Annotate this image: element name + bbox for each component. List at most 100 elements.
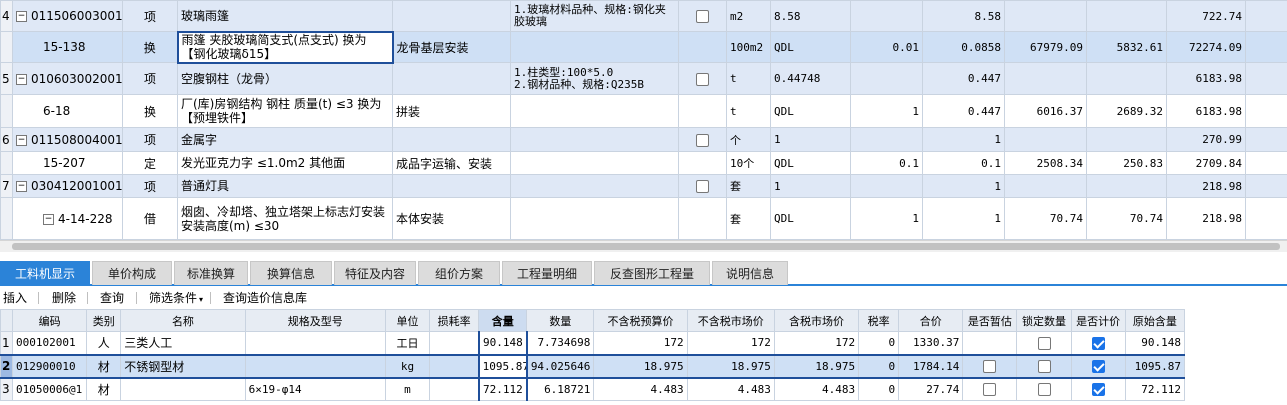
item-name-cell[interactable]: 金属字 [177, 127, 393, 152]
quota-row[interactable]: 6-18 换厂(库)房钢结构 钢柱 质量(t) ≤3 换为【预埋铁件】 拼装 t QDL… [0, 94, 1287, 128]
work-content-cell[interactable] [392, 62, 511, 95]
tab-unit-price[interactable]: 单价构成 [92, 261, 172, 285]
quantity-expression-cell[interactable]: 1 [770, 174, 851, 198]
tab-pricing-scheme[interactable]: 组价方案 [418, 261, 500, 285]
item-code-cell[interactable]: 15-207 [12, 151, 123, 175]
filter-dropdown[interactable]: 筛选条件 ▾ [149, 290, 203, 308]
category-cell[interactable]: 材 [86, 377, 122, 401]
coefficient-cell[interactable] [850, 174, 923, 198]
quantity-cell[interactable]: 1 [922, 174, 1005, 198]
item-class-cell[interactable]: 项 [122, 127, 178, 152]
quota-row[interactable]: −4-14-228 借烟囱、冷却塔、独立塔架上标志灯安装 安装高度(m) ≤30 本… [0, 197, 1287, 240]
extra-cell[interactable] [1245, 31, 1287, 63]
item-name-cell[interactable]: 发光亚克力字 ≤1.0m2 其他面 [177, 151, 393, 175]
scrollbar-thumb[interactable] [12, 243, 1280, 250]
is-estimate-checkbox[interactable] [983, 383, 997, 397]
delete-button[interactable]: 删除 [52, 290, 76, 306]
is-estimate-cell[interactable] [962, 377, 1018, 401]
unit-cell[interactable]: 10个 [726, 151, 771, 175]
flag-checkbox[interactable] [696, 10, 709, 23]
labor-cost-cell[interactable] [1086, 127, 1167, 152]
resource-row[interactable]: 2 012900010 材不锈钢型材 kg 1095.87 94.025646 18.975… [0, 353, 1186, 379]
quantity-expression-cell[interactable]: QDL [770, 151, 851, 175]
extra-cell[interactable] [1245, 94, 1287, 128]
quantity-cell[interactable]: 0.447 [922, 62, 1005, 95]
work-content-cell[interactable]: 拼装 [392, 94, 511, 128]
total-price-cell[interactable]: 722.74 [1166, 0, 1246, 32]
content-cell[interactable]: 90.148 [477, 331, 528, 355]
collapse-icon[interactable]: − [16, 181, 27, 192]
quota-row[interactable]: 15-207 定发光亚克力字 ≤1.0m2 其他面 成品字运输、安装 10个 QDL 0.… [0, 151, 1287, 175]
flag-checkbox[interactable] [696, 180, 709, 193]
work-content-cell[interactable]: 成品字运输、安装 [392, 151, 511, 175]
spec-cell[interactable] [244, 331, 386, 355]
unit-cell[interactable]: 套 [726, 197, 771, 240]
flag-cell[interactable] [678, 151, 727, 175]
flag-cell[interactable] [678, 31, 727, 63]
extra-cell[interactable] [1245, 127, 1287, 152]
bill-item-row[interactable]: 7−030412001001 项普通灯具套 1 1 218.98 [0, 174, 1287, 198]
col-header-unit[interactable]: 单位 [384, 309, 431, 332]
budget-price-cell[interactable]: 172 [593, 331, 688, 355]
flag-checkbox[interactable] [696, 133, 709, 147]
flag-cell[interactable] [678, 174, 727, 198]
original-content-cell[interactable]: 90.148 [1124, 331, 1186, 355]
is-estimate-checkbox[interactable] [983, 360, 997, 373]
content-cell[interactable]: 1095.87 [477, 353, 528, 379]
item-name-cell[interactable]: 空腹钢柱（龙骨） [177, 62, 393, 95]
content-cell[interactable]: 72.112 [477, 377, 528, 401]
resource-name-cell[interactable]: 不锈钢型材 [120, 353, 246, 379]
item-class-cell[interactable]: 换 [122, 94, 178, 128]
item-name-cell[interactable]: 烟囱、冷却塔、独立塔架上标志灯安装 安装高度(m) ≤30 [177, 197, 393, 240]
item-feature-cell[interactable]: 1.玻璃材料品种、规格:钢化夹胶玻璃 [510, 0, 679, 32]
tax-rate-cell[interactable]: 0 [858, 331, 900, 355]
total-price-cell[interactable]: 72274.09 [1166, 31, 1246, 63]
item-class-cell[interactable]: 项 [122, 174, 178, 198]
is-priced-checkbox[interactable] [1091, 383, 1105, 397]
lock-quantity-cell[interactable] [1016, 377, 1072, 401]
coefficient-cell[interactable] [850, 0, 923, 32]
item-feature-cell[interactable]: 1.柱类型:100*5.0 2.钢材品种、规格:Q235B [510, 62, 679, 95]
flag-cell[interactable] [678, 62, 727, 95]
quantity-cell[interactable]: 6.18721 [526, 377, 595, 401]
unit-cell[interactable]: m [384, 377, 431, 401]
item-feature-cell[interactable] [510, 197, 679, 240]
unit-cell[interactable]: 套 [726, 174, 771, 198]
lock-quantity-checkbox[interactable] [1037, 360, 1051, 373]
work-content-cell[interactable] [392, 0, 511, 32]
item-class-cell[interactable]: 项 [122, 62, 178, 95]
unit-cell[interactable]: t [726, 62, 771, 95]
horizontal-scrollbar[interactable] [0, 240, 1287, 252]
col-header-name[interactable]: 名称 [120, 309, 246, 332]
total-price-cell[interactable]: 6183.98 [1166, 62, 1246, 95]
unit-price-cell[interactable] [1004, 62, 1087, 95]
tax-rate-cell[interactable]: 0 [858, 353, 900, 379]
item-class-cell[interactable]: 项 [122, 0, 178, 32]
resource-code-cell[interactable]: 000102001 [12, 331, 88, 355]
extra-cell[interactable] [1245, 62, 1287, 95]
item-name-cell[interactable]: 厂(库)房钢结构 钢柱 质量(t) ≤3 换为【预埋铁件】 [177, 94, 393, 128]
category-cell[interactable]: 人 [86, 331, 122, 355]
tab-graphic-quantity-lookup[interactable]: 反查图形工程量 [594, 261, 710, 285]
col-header-spec[interactable]: 规格及型号 [244, 309, 386, 332]
unit-price-cell[interactable] [1004, 0, 1087, 32]
collapse-icon[interactable]: − [16, 134, 27, 146]
market-price-tax-cell[interactable]: 172 [773, 331, 860, 355]
unit-price-cell[interactable]: 67979.09 [1004, 31, 1087, 63]
item-code-cell[interactable]: 6-18 [12, 94, 123, 128]
total-price-cell[interactable]: 218.98 [1166, 197, 1246, 240]
quantity-expression-cell[interactable]: QDL [770, 197, 851, 240]
spec-cell[interactable] [244, 353, 386, 379]
tab-resource-display[interactable]: 工料机显示 [0, 261, 90, 285]
labor-cost-cell[interactable] [1086, 0, 1167, 32]
total-price-cell[interactable]: 218.98 [1166, 174, 1246, 198]
work-content-cell[interactable]: 龙骨基层安装 [392, 31, 511, 63]
resource-code-cell[interactable]: 01050006@1 [12, 377, 88, 401]
flag-cell[interactable] [678, 0, 727, 32]
item-feature-cell[interactable] [510, 127, 679, 152]
item-feature-cell[interactable] [510, 31, 679, 63]
bill-item-row[interactable]: 4−011506003001 项玻璃雨篷 1.玻璃材料品种、规格:钢化夹胶玻璃 m2 8… [0, 0, 1287, 32]
price-lookup-button[interactable]: 查询造价信息库 [223, 290, 307, 306]
resource-name-cell[interactable]: 三类人工 [120, 331, 246, 355]
extra-cell[interactable] [1245, 174, 1287, 198]
